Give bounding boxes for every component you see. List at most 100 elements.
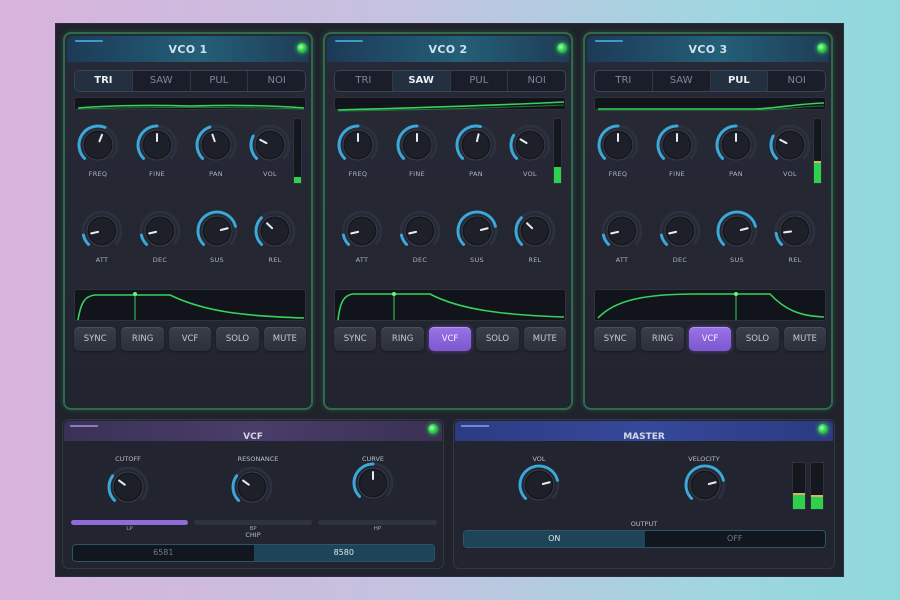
resonance-knob[interactable]: [225, 464, 279, 510]
mute-button[interactable]: MUTE: [523, 327, 567, 351]
vcf-button[interactable]: VCF: [168, 327, 212, 351]
att-knob-cell: ATT: [75, 208, 129, 264]
solo-button[interactable]: SOLO: [736, 327, 779, 351]
filter-mode-hp-label: HP: [373, 526, 382, 532]
fine-label: FINE: [669, 170, 685, 178]
dec-knob[interactable]: [133, 208, 187, 254]
chip-option-6581[interactable]: 6581: [73, 545, 254, 561]
vol-knob[interactable]: [243, 122, 297, 168]
cutoff-knob[interactable]: [101, 464, 155, 510]
sus-knob[interactable]: [190, 208, 244, 254]
ring-button[interactable]: RING: [641, 327, 684, 351]
curve-knob[interactable]: [346, 460, 400, 506]
waveform-tab-saw[interactable]: SAW: [392, 71, 451, 91]
dec-knob[interactable]: [653, 208, 707, 254]
waveform-tab-pul[interactable]: PUL: [191, 71, 249, 91]
dec-label: DEC: [412, 256, 428, 264]
rel-knob[interactable]: [768, 208, 822, 254]
rel-knob[interactable]: [508, 208, 562, 254]
waveform-tab-tri[interactable]: TRI: [595, 71, 653, 91]
mute-button[interactable]: MUTE: [263, 327, 307, 351]
freq-knob-cell: FREQ: [331, 122, 385, 178]
knob-face: [609, 218, 635, 244]
velocity-knob[interactable]: [678, 462, 732, 508]
dec-knob[interactable]: [393, 208, 447, 254]
waveform-tab-noi[interactable]: NOI: [508, 71, 565, 91]
pan-label: PAN: [729, 170, 743, 178]
freq-knob[interactable]: [331, 122, 385, 168]
knob-face: [692, 472, 718, 498]
filter-mode-lp[interactable]: [71, 520, 188, 525]
freq-knob[interactable]: [591, 122, 645, 168]
pan-knob[interactable]: [449, 122, 503, 168]
att-knob[interactable]: [335, 208, 389, 254]
vco-level-meter: [553, 118, 562, 184]
fine-knob[interactable]: [130, 122, 184, 168]
sync-button[interactable]: SYNC: [334, 327, 377, 351]
master-panel: MASTER VOL VELOCITY OUTPUT ON OFF: [453, 419, 835, 569]
waveform-tab-noi[interactable]: NOI: [768, 71, 825, 91]
vol-knob[interactable]: [503, 122, 557, 168]
output-off[interactable]: OFF: [645, 531, 826, 547]
vol-knob[interactable]: [763, 122, 817, 168]
waveform-tab-saw[interactable]: SAW: [653, 71, 711, 91]
vco-3-power-led[interactable]: [817, 43, 827, 53]
vol-label: VOL: [523, 170, 537, 178]
sus-knob[interactable]: [710, 208, 764, 254]
sync-button[interactable]: SYNC: [594, 327, 637, 351]
waveform-tab-saw[interactable]: SAW: [133, 71, 191, 91]
chip-option-8580[interactable]: 8580: [253, 545, 434, 561]
master-vol-knob[interactable]: [512, 462, 566, 508]
solo-button[interactable]: SOLO: [216, 327, 259, 351]
vcf-button[interactable]: VCF: [688, 327, 732, 351]
mute-button[interactable]: MUTE: [783, 327, 827, 351]
sus-knob[interactable]: [450, 208, 504, 254]
sync-button[interactable]: SYNC: [74, 327, 117, 351]
fine-label: FINE: [409, 170, 425, 178]
fine-knob-cell: FINE: [390, 122, 444, 178]
pan-knob[interactable]: [189, 122, 243, 168]
waveform-tab-noi[interactable]: NOI: [248, 71, 305, 91]
vco-button-row: SYNC RING VCF SOLO MUTE: [74, 327, 307, 351]
waveform-tab-pul[interactable]: PUL: [710, 71, 769, 91]
att-knob[interactable]: [75, 208, 129, 254]
fine-knob[interactable]: [390, 122, 444, 168]
vcf-button[interactable]: VCF: [428, 327, 472, 351]
output-on[interactable]: ON: [464, 531, 645, 547]
att-knob[interactable]: [595, 208, 649, 254]
fine-label: FINE: [149, 170, 165, 178]
solo-button[interactable]: SOLO: [476, 327, 519, 351]
ring-button[interactable]: RING: [121, 327, 164, 351]
knob-face: [203, 132, 229, 158]
output-label: OUTPUT: [630, 520, 658, 528]
master-power-led[interactable]: [818, 424, 828, 434]
dec-knob-cell: DEC: [133, 208, 187, 264]
freq-label: FREQ: [88, 170, 108, 178]
envelope-display: [74, 289, 306, 321]
waveform-tab-tri[interactable]: TRI: [335, 71, 393, 91]
filter-mode-hp[interactable]: [318, 520, 437, 525]
att-label: ATT: [95, 256, 109, 264]
knob-face: [667, 218, 693, 244]
pan-label: PAN: [469, 170, 483, 178]
rel-knob[interactable]: [248, 208, 302, 254]
ring-button[interactable]: RING: [381, 327, 424, 351]
sus-label: SUS: [730, 256, 744, 264]
fine-knob[interactable]: [650, 122, 704, 168]
synth-app: VCO 1 TRI SAW PUL NOI FREQ FINE PAN VOL: [56, 24, 843, 576]
vco-3-panel: VCO 3 TRI SAW PUL NOI FREQ FINE PAN VOL: [583, 32, 833, 410]
knob-face: [204, 218, 230, 244]
vcf-power-led[interactable]: [428, 424, 438, 434]
filter-mode-bp[interactable]: [194, 520, 312, 525]
pan-label: PAN: [209, 170, 223, 178]
vol-knob-cell: VOL: [763, 122, 817, 178]
pan-knob[interactable]: [709, 122, 763, 168]
vco-2-power-led[interactable]: [557, 43, 567, 53]
vco-1-power-led[interactable]: [297, 43, 307, 53]
freq-knob[interactable]: [71, 122, 125, 168]
waveform-tab-tri[interactable]: TRI: [75, 71, 133, 91]
knob-face: [724, 218, 750, 244]
waveform-tab-pul[interactable]: PUL: [451, 71, 509, 91]
vco-2-panel: VCO 2 TRI SAW PUL NOI FREQ FINE PAN VOL: [323, 32, 573, 410]
vco-1-panel: VCO 1 TRI SAW PUL NOI FREQ FINE PAN VOL: [63, 32, 313, 410]
